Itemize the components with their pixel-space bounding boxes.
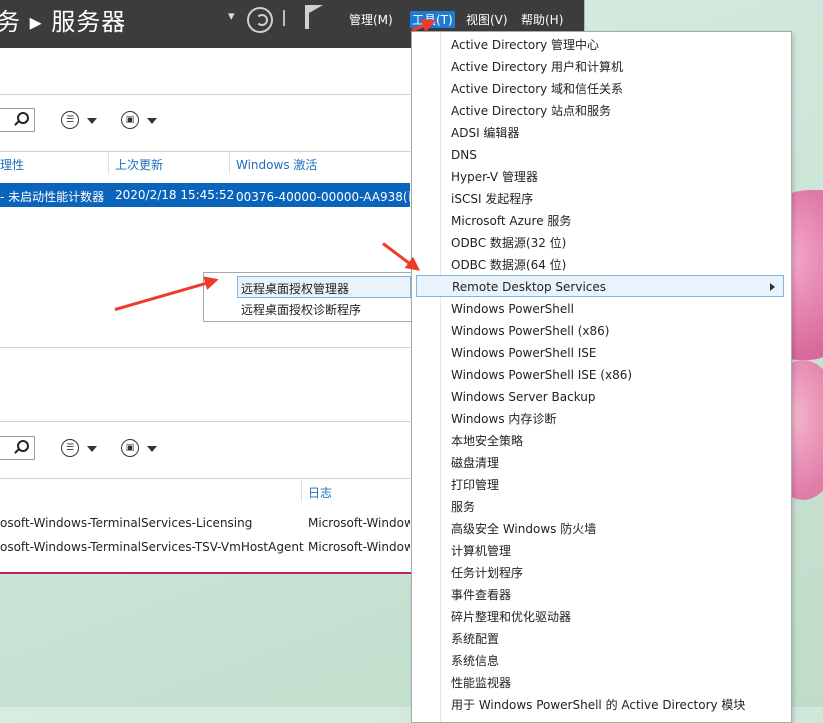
menu-item-adsi-edit[interactable]: ADSI 编辑器	[451, 122, 519, 144]
menu-manage[interactable]: 管理(M)	[349, 11, 393, 28]
menu-item-print-management[interactable]: 打印管理	[451, 474, 499, 496]
menu-item-event-viewer[interactable]: 事件查看器	[451, 584, 511, 606]
menu-item-local-security-policy[interactable]: 本地安全策略	[451, 430, 523, 452]
menu-item-services[interactable]: 服务	[451, 496, 475, 518]
upper-search-input[interactable]	[0, 108, 35, 132]
menu-item-ad-sites-services[interactable]: Active Directory 站点和服务	[451, 100, 611, 122]
menu-item-rd-licensing-manager[interactable]: 远程桌面授权管理器	[237, 276, 411, 298]
save-query-icon[interactable]: ▣	[121, 439, 139, 457]
menu-item-system-information[interactable]: 系统信息	[451, 650, 499, 672]
lower-panel-border	[0, 421, 410, 422]
menu-item-ad-powershell-module[interactable]: 用于 Windows PowerShell 的 Active Directory…	[451, 694, 745, 716]
tools-menu: Active Directory 管理中心 Active Directory 用…	[411, 31, 792, 723]
col-divider	[108, 152, 109, 174]
menu-item-iscsi-initiator[interactable]: iSCSI 发起程序	[451, 188, 533, 210]
menu-item-ad-admin-center[interactable]: Active Directory 管理中心	[451, 34, 599, 56]
chevron-down-icon[interactable]	[147, 118, 157, 124]
menu-item-odbc-32[interactable]: ODBC 数据源(32 位)	[451, 232, 566, 254]
notification-flag-icon[interactable]	[305, 5, 323, 29]
chevron-right-icon	[770, 283, 775, 291]
menu-item-ad-domains-trusts[interactable]: Active Directory 域和信任关系	[451, 78, 623, 100]
menu-gutter	[440, 32, 441, 722]
menu-item-performance-monitor[interactable]: 性能监视器	[451, 672, 511, 694]
menu-item-memory-diagnostic[interactable]: Windows 内存诊断	[451, 408, 556, 430]
menu-item-powershell-ise-x86[interactable]: Windows PowerShell ISE (x86)	[451, 364, 632, 386]
cell-last-update: 2020/2/18 15:45:52	[115, 188, 235, 202]
lower-search-input[interactable]	[0, 436, 35, 460]
menu-item-computer-management[interactable]: 计算机管理	[451, 540, 511, 562]
menu-item-powershell-ise[interactable]: Windows PowerShell ISE	[451, 342, 597, 364]
service-source[interactable]: osoft-Windows-TerminalServices-Licensing	[0, 516, 252, 530]
menu-item-dns[interactable]: DNS	[451, 144, 477, 166]
menu-item-task-scheduler[interactable]: 任务计划程序	[451, 562, 523, 584]
col-header-last-update[interactable]: 上次更新	[115, 156, 163, 173]
menu-item-firewall[interactable]: 高级安全 Windows 防火墙	[451, 518, 596, 540]
cell-activation: 00376-40000-00000-AA938(已激	[236, 190, 410, 204]
col-header-manageability[interactable]: 理性	[0, 156, 24, 173]
menu-item-label: Remote Desktop Services	[452, 280, 607, 294]
service-log[interactable]: Microsoft-Window	[308, 540, 410, 554]
nav-dropdown-icon[interactable]: ▾	[228, 9, 235, 24]
save-query-icon[interactable]: ▣	[121, 111, 139, 129]
menu-item-azure-services[interactable]: Microsoft Azure 服务	[451, 210, 571, 232]
upper-header-border	[0, 151, 410, 152]
menu-item-label: 远程桌面授权管理器	[241, 282, 350, 296]
menu-item-odbc-64[interactable]: ODBC 数据源(64 位)	[451, 254, 566, 276]
refresh-icon[interactable]	[247, 7, 273, 33]
menu-item-system-configuration[interactable]: 系统配置	[451, 628, 499, 650]
menu-item-server-backup[interactable]: Windows Server Backup	[451, 386, 596, 408]
menu-item-powershell-x86[interactable]: Windows PowerShell (x86)	[451, 320, 609, 342]
service-source[interactable]: osoft-Windows-TerminalServices-TSV-VmHos…	[0, 540, 304, 554]
chevron-down-icon[interactable]	[87, 118, 97, 124]
col-divider	[229, 152, 230, 174]
chevron-down-icon[interactable]	[147, 446, 157, 452]
rds-submenu: 远程桌面授权管理器 远程桌面授权诊断程序	[203, 272, 414, 322]
page-title: 务 ▸ 服务器	[0, 8, 127, 36]
search-icon	[17, 112, 29, 124]
menu-item-disk-cleanup[interactable]: 磁盘清理	[451, 452, 499, 474]
toolbar-separator	[283, 10, 285, 26]
menu-item-remote-desktop-services[interactable]: Remote Desktop Services	[416, 275, 784, 297]
menu-item-rd-licensing-diagnoser[interactable]: 远程桌面授权诊断程序	[241, 301, 361, 318]
menu-view[interactable]: 视图(V)	[466, 11, 508, 28]
cell-manageability: - 未启动性能计数器	[0, 190, 105, 204]
panel-divider	[0, 347, 410, 348]
upper-panel-border	[0, 94, 410, 95]
service-log[interactable]: Microsoft-Window	[308, 516, 410, 530]
list-options-icon[interactable]: ☰	[61, 111, 79, 129]
list-options-icon[interactable]: ☰	[61, 439, 79, 457]
menu-item-ad-users-computers[interactable]: Active Directory 用户和计算机	[451, 56, 623, 78]
chevron-down-icon[interactable]	[87, 446, 97, 452]
menu-item-powershell[interactable]: Windows PowerShell	[451, 298, 574, 320]
table-row[interactable]: - 未启动性能计数器 2020/2/18 15:45:52 00376-4000…	[0, 183, 410, 207]
col-divider	[301, 480, 302, 502]
col-header-activation[interactable]: Windows 激活	[236, 156, 317, 173]
menu-item-hyperv-manager[interactable]: Hyper-V 管理器	[451, 166, 538, 188]
col-header-log[interactable]: 日志	[308, 484, 332, 501]
lower-header-border	[0, 478, 410, 479]
menu-help[interactable]: 帮助(H)	[521, 11, 563, 28]
search-icon	[17, 440, 29, 452]
menu-item-defragment[interactable]: 碎片整理和优化驱动器	[451, 606, 571, 628]
